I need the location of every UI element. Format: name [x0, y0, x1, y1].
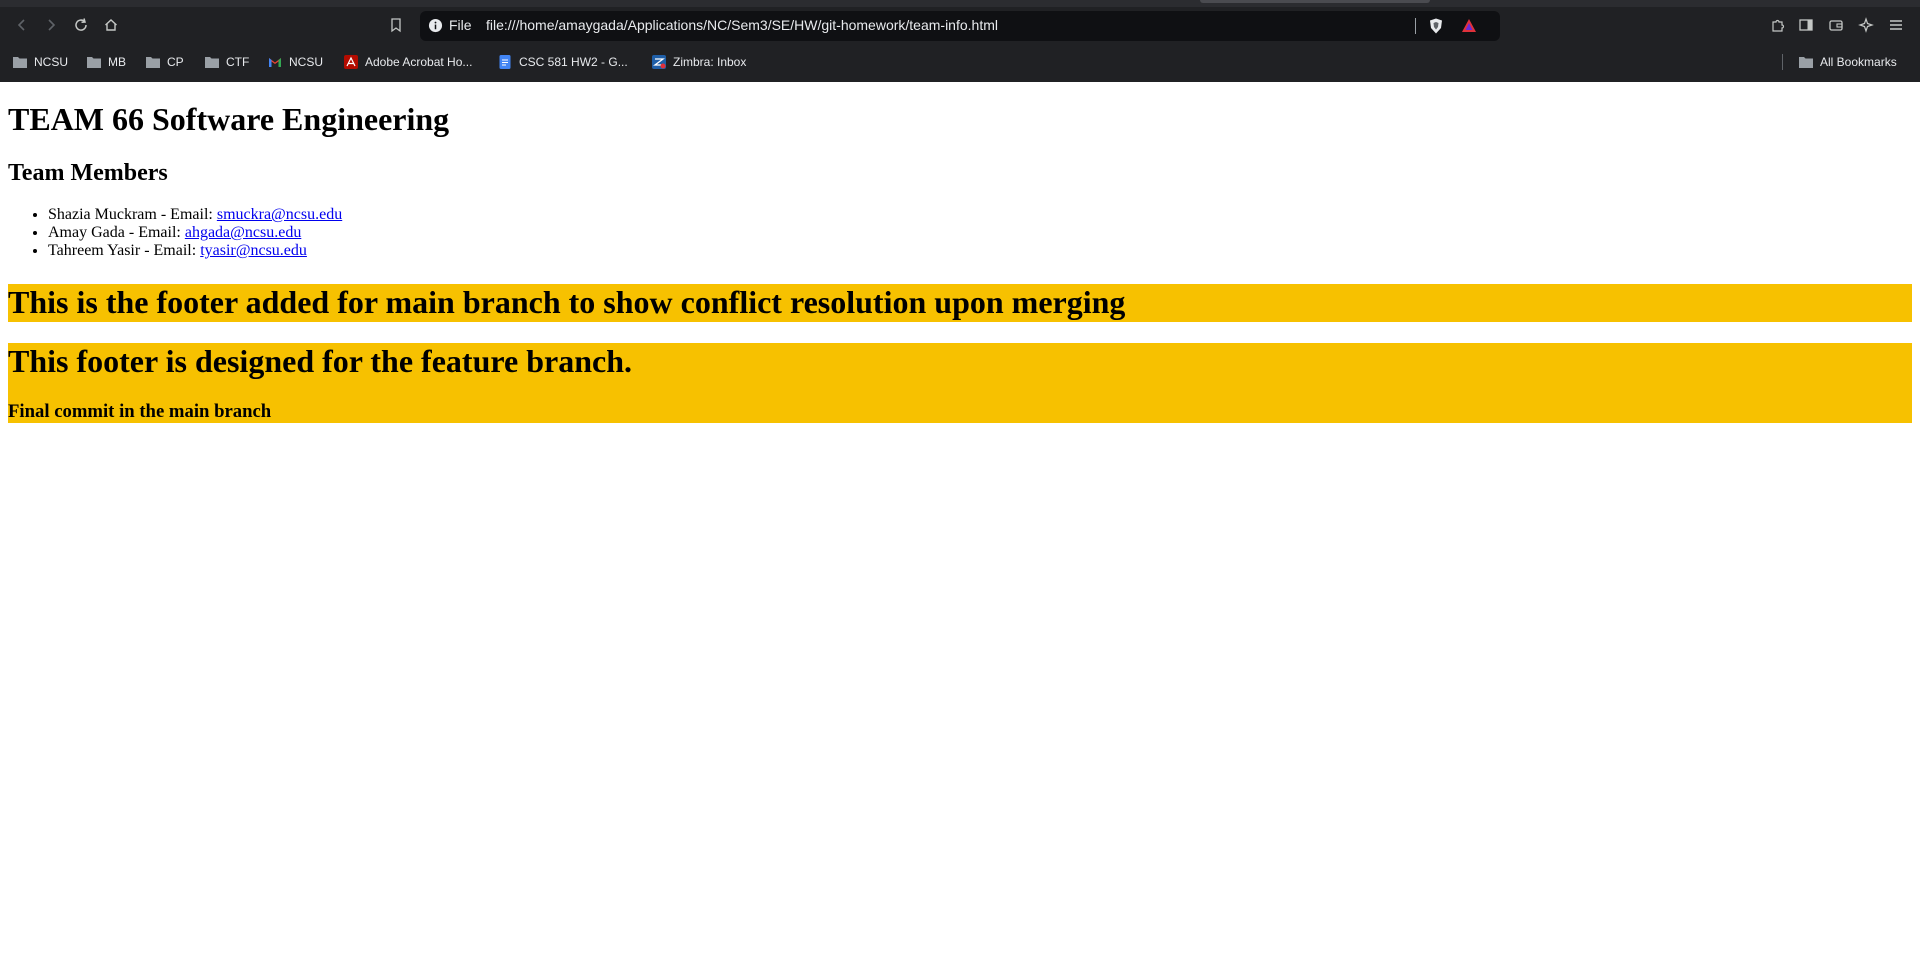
bookmarks-divider — [1782, 54, 1783, 70]
main-menu-button[interactable] — [1882, 11, 1910, 39]
folder-icon — [1799, 57, 1813, 68]
tab-strip — [0, 0, 1920, 7]
main-footer-text: This is the footer added for main branch… — [8, 284, 1126, 320]
reload-icon — [75, 18, 87, 31]
bookmark-label: Adobe Acrobat Ho... — [365, 55, 473, 69]
member-text: Tahreem Yasir - Email: — [48, 242, 201, 259]
bookmark-csc581-doc[interactable]: CSC 581 HW2 - G... — [497, 52, 628, 72]
browser-toolbar: File file:///home/amaygada/Applications/… — [0, 7, 1920, 47]
members-list: Shazia Muckram - Email: smuckra@ncsu.edu… — [8, 206, 342, 260]
arrow-right-icon — [48, 19, 56, 31]
leo-ai-button[interactable] — [1852, 11, 1880, 39]
browser-chrome: File file:///home/amaygada/Applications/… — [0, 0, 1920, 82]
final-commit-text: Final commit in the main branch — [8, 401, 272, 422]
acrobat-icon — [344, 55, 358, 69]
member-email-link[interactable]: smuckra@ncsu.edu — [217, 206, 342, 223]
member-text: Shazia Muckram - Email: — [48, 206, 217, 223]
back-button[interactable] — [8, 11, 36, 39]
sidebar-button[interactable] — [1792, 11, 1820, 39]
sparkle-icon — [1858, 17, 1874, 33]
all-bookmarks-label: All Bookmarks — [1820, 55, 1897, 69]
hamburger-menu-icon — [1890, 20, 1902, 30]
url-scheme-label: File — [449, 17, 472, 33]
member-item: Amay Gada - Email: ahgada@ncsu.edu — [48, 224, 342, 242]
brave-rewards-icon[interactable] — [1460, 17, 1478, 35]
member-email-link[interactable]: tyasir@ncsu.edu — [200, 242, 307, 259]
wallet-icon — [1829, 20, 1843, 31]
address-bar[interactable]: File file:///home/amaygada/Applications/… — [420, 11, 1500, 41]
bookmark-label: CSC 581 HW2 - G... — [519, 55, 628, 69]
active-tab-indicator[interactable] — [1200, 0, 1430, 3]
bookmark-label: NCSU — [289, 55, 324, 69]
sidebar-icon — [1799, 19, 1813, 31]
bookmark-label: MB — [108, 55, 126, 69]
info-icon[interactable] — [428, 18, 443, 33]
bookmarks-bar: NCSU MB CP CTF NCSU Adobe Acrobat Ho... … — [0, 50, 1920, 74]
google-docs-icon — [499, 55, 511, 69]
folder-icon — [13, 57, 27, 68]
folder-icon — [205, 57, 219, 68]
reload-button[interactable] — [67, 11, 95, 39]
feature-branch-footer: This footer is designed for the feature … — [8, 343, 1912, 423]
folder-icon — [87, 57, 101, 68]
bookmark-icon — [391, 18, 401, 33]
folder-icon — [146, 57, 160, 68]
forward-button[interactable] — [37, 11, 65, 39]
bookmark-adobe-acrobat[interactable]: Adobe Acrobat Ho... — [343, 52, 472, 72]
bookmark-label: Zimbra: Inbox — [673, 55, 747, 69]
brave-shield-icon[interactable] — [1427, 17, 1445, 35]
gmail-icon — [269, 58, 281, 67]
member-text: Amay Gada - Email: — [48, 224, 185, 241]
bookmark-ctf-folder[interactable]: CTF — [204, 52, 249, 72]
bookmark-page-button[interactable] — [382, 11, 410, 39]
member-item: Shazia Muckram - Email: smuckra@ncsu.edu — [48, 206, 342, 224]
member-email-link[interactable]: ahgada@ncsu.edu — [185, 224, 301, 241]
bookmark-label: NCSU — [34, 55, 69, 69]
arrow-left-icon — [17, 19, 25, 31]
bookmark-zimbra-inbox[interactable]: Zimbra: Inbox — [651, 52, 746, 72]
bookmark-ncsu-folder[interactable]: NCSU — [12, 52, 68, 72]
url-divider — [1415, 18, 1416, 34]
page-content: TEAM 66 Software Engineering Team Member… — [0, 82, 1920, 977]
home-button[interactable] — [97, 11, 125, 39]
wallet-button[interactable] — [1822, 11, 1850, 39]
bookmark-label: CP — [167, 55, 184, 69]
all-bookmarks-button[interactable]: All Bookmarks — [1798, 52, 1897, 72]
bookmark-ncsu-gmail[interactable]: NCSU — [267, 52, 323, 72]
page-title: TEAM 66 Software Engineering — [8, 101, 450, 137]
main-branch-footer: This is the footer added for main branch… — [8, 284, 1912, 322]
members-heading: Team Members — [8, 160, 168, 186]
bookmark-cp-folder[interactable]: CP — [145, 52, 184, 72]
extensions-button[interactable] — [1764, 11, 1792, 39]
home-icon — [105, 19, 117, 31]
url-text[interactable]: file:///home/amaygada/Applications/NC/Se… — [486, 17, 998, 33]
feature-footer-text: This footer is designed for the feature … — [8, 343, 632, 379]
member-item: Tahreem Yasir - Email: tyasir@ncsu.edu — [48, 242, 342, 260]
bookmark-mb-folder[interactable]: MB — [86, 52, 126, 72]
bookmark-label: CTF — [226, 55, 250, 69]
zimbra-icon — [652, 55, 666, 69]
puzzle-icon — [1772, 19, 1785, 32]
